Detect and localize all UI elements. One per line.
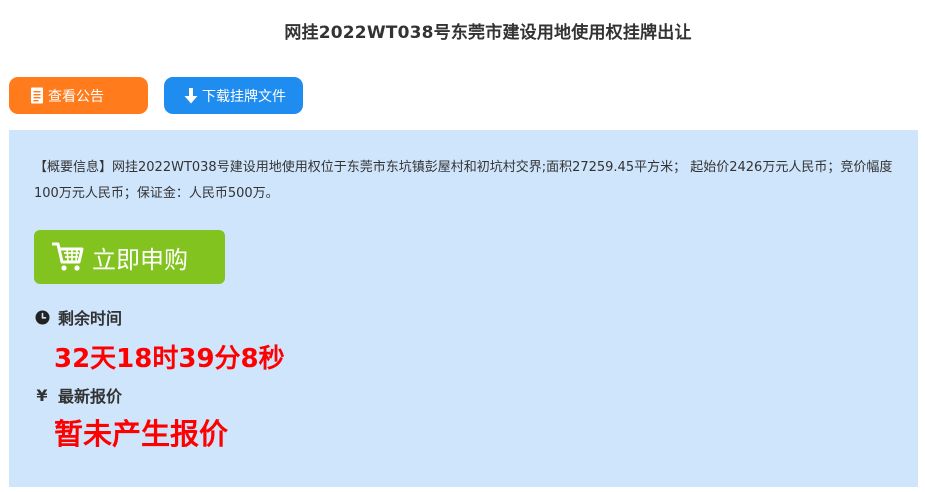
view-notice-button[interactable]: 查看公告: [9, 77, 148, 114]
countdown-value: 32天18时39分8秒: [54, 344, 285, 374]
latest-offer-value: 暂未产生报价: [54, 417, 229, 451]
download-file-button[interactable]: 下载挂牌文件: [164, 77, 303, 114]
cart-icon: [52, 242, 84, 272]
download-file-label: 下载挂牌文件: [202, 88, 286, 105]
yen-icon: ¥: [36, 385, 48, 405]
document-icon: [30, 87, 44, 104]
page-title: 网挂2022WT038号东莞市建设用地使用权挂牌出让: [284, 23, 692, 43]
remaining-time-text: 剩余时间: [58, 309, 123, 328]
latest-offer-label: ¥ 最新报价: [34, 383, 122, 407]
remaining-time-label: 剩余时间: [34, 305, 122, 329]
latest-offer-text: 最新报价: [58, 387, 123, 406]
clock-icon: [34, 310, 50, 325]
view-notice-label: 查看公告: [48, 88, 104, 105]
buy-now-button[interactable]: 立即申购: [34, 230, 225, 284]
summary-text: 【概要信息】网挂2022WT038号建设用地使用权位于东莞市东坑镇彭屋村和初坑村…: [34, 160, 893, 201]
info-panel: 【概要信息】网挂2022WT038号建设用地使用权位于东莞市东坑镇彭屋村和初坑村…: [9, 130, 918, 487]
buy-now-label: 立即申购: [92, 245, 188, 274]
download-arrow-icon: [184, 87, 198, 104]
